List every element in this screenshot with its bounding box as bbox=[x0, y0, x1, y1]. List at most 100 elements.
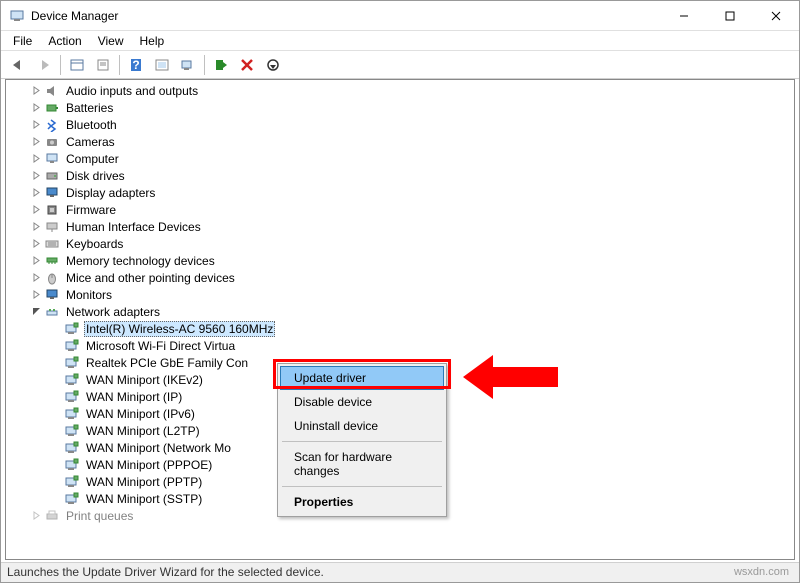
network-adapter-icon bbox=[64, 338, 80, 354]
status-text: Launches the Update Driver Wizard for th… bbox=[7, 565, 324, 579]
tree-category[interactable]: Audio inputs and outputs bbox=[6, 82, 794, 99]
category-label: Disk drives bbox=[64, 169, 127, 183]
ctx-update-driver[interactable]: Update driver bbox=[280, 366, 444, 390]
ctx-disable-device[interactable]: Disable device bbox=[280, 390, 444, 414]
help-button[interactable]: ? bbox=[124, 54, 148, 76]
tree-category[interactable]: Mice and other pointing devices bbox=[6, 269, 794, 286]
toolbar-sep bbox=[119, 55, 120, 75]
device-label: Microsoft Wi-Fi Direct Virtua bbox=[84, 339, 237, 353]
update-driver-button[interactable] bbox=[209, 54, 233, 76]
scan-hardware-button[interactable] bbox=[176, 54, 200, 76]
category-icon bbox=[44, 83, 60, 99]
expand-icon[interactable] bbox=[30, 289, 42, 301]
window-title: Device Manager bbox=[31, 9, 661, 23]
disable-button[interactable] bbox=[261, 54, 285, 76]
network-adapter-icon bbox=[64, 406, 80, 422]
toolbar-sep bbox=[204, 55, 205, 75]
tree-category[interactable]: Disk drives bbox=[6, 167, 794, 184]
tree-category[interactable]: Cameras bbox=[6, 133, 794, 150]
menu-file[interactable]: File bbox=[5, 32, 40, 50]
device-label: WAN Miniport (L2TP) bbox=[84, 424, 202, 438]
tree-category[interactable]: Bluetooth bbox=[6, 116, 794, 133]
category-icon bbox=[44, 219, 60, 235]
expand-icon[interactable] bbox=[30, 510, 42, 522]
expand-icon[interactable] bbox=[30, 170, 42, 182]
ctx-properties[interactable]: Properties bbox=[280, 490, 444, 514]
expand-icon[interactable] bbox=[30, 136, 42, 148]
expand-icon[interactable] bbox=[30, 272, 42, 284]
menu-help[interactable]: Help bbox=[132, 32, 173, 50]
tree-category[interactable]: Display adapters bbox=[6, 184, 794, 201]
category-icon bbox=[44, 100, 60, 116]
network-adapter-icon bbox=[64, 389, 80, 405]
expand-icon[interactable] bbox=[30, 85, 42, 97]
device-label: Intel(R) Wireless-AC 9560 160MHz bbox=[84, 321, 275, 337]
svg-text:?: ? bbox=[132, 58, 139, 72]
tree-device[interactable]: Intel(R) Wireless-AC 9560 160MHz bbox=[6, 320, 794, 337]
tree-category[interactable]: Firmware bbox=[6, 201, 794, 218]
category-label: Cameras bbox=[64, 135, 117, 149]
network-adapter-icon bbox=[64, 423, 80, 439]
network-adapter-icon bbox=[64, 440, 80, 456]
menu-view[interactable]: View bbox=[90, 32, 132, 50]
tree-category[interactable]: Memory technology devices bbox=[6, 252, 794, 269]
expand-icon[interactable] bbox=[30, 187, 42, 199]
minimize-button[interactable] bbox=[661, 1, 707, 31]
device-label: WAN Miniport (Network Mo bbox=[84, 441, 233, 455]
category-label: Mice and other pointing devices bbox=[64, 271, 237, 285]
properties-button[interactable] bbox=[91, 54, 115, 76]
collapse-icon[interactable] bbox=[30, 306, 42, 318]
title-bar: Device Manager bbox=[1, 1, 799, 31]
tree-category[interactable]: Computer bbox=[6, 150, 794, 167]
expand-icon[interactable] bbox=[30, 102, 42, 114]
tree-category[interactable]: Network adapters bbox=[6, 303, 794, 320]
maximize-button[interactable] bbox=[707, 1, 753, 31]
device-label: WAN Miniport (IPv6) bbox=[84, 407, 197, 421]
menu-bar: File Action View Help bbox=[1, 31, 799, 51]
tree-category[interactable]: Human Interface Devices bbox=[6, 218, 794, 235]
expand-icon[interactable] bbox=[30, 204, 42, 216]
category-icon bbox=[44, 134, 60, 150]
expand-icon[interactable] bbox=[30, 255, 42, 267]
expand-icon[interactable] bbox=[30, 153, 42, 165]
category-label: Firmware bbox=[64, 203, 118, 217]
close-button[interactable] bbox=[753, 1, 799, 31]
toolbar-sep bbox=[60, 55, 61, 75]
uninstall-button[interactable] bbox=[235, 54, 259, 76]
network-adapter-icon bbox=[64, 457, 80, 473]
tree-category[interactable]: Keyboards bbox=[6, 235, 794, 252]
forward-button[interactable] bbox=[32, 54, 56, 76]
ctx-sep bbox=[282, 441, 442, 442]
toolbar-icon[interactable] bbox=[150, 54, 174, 76]
tree-category[interactable]: Monitors bbox=[6, 286, 794, 303]
device-label: WAN Miniport (PPTP) bbox=[84, 475, 204, 489]
expand-icon[interactable] bbox=[30, 119, 42, 131]
category-label: Keyboards bbox=[64, 237, 125, 251]
device-label: Realtek PCIe GbE Family Con bbox=[84, 356, 250, 370]
category-label: Bluetooth bbox=[64, 118, 119, 132]
category-label: Network adapters bbox=[64, 305, 162, 319]
category-icon bbox=[44, 508, 60, 524]
ctx-scan-hardware[interactable]: Scan for hardware changes bbox=[280, 445, 444, 483]
app-icon bbox=[9, 8, 25, 24]
menu-action[interactable]: Action bbox=[40, 32, 89, 50]
tree-device[interactable]: Microsoft Wi-Fi Direct Virtua bbox=[6, 337, 794, 354]
category-label: Display adapters bbox=[64, 186, 157, 200]
device-label: WAN Miniport (SSTP) bbox=[84, 492, 204, 506]
category-label: Batteries bbox=[64, 101, 115, 115]
network-adapter-icon bbox=[64, 372, 80, 388]
tree-category[interactable]: Batteries bbox=[6, 99, 794, 116]
device-label: WAN Miniport (IKEv2) bbox=[84, 373, 205, 387]
expand-icon[interactable] bbox=[30, 238, 42, 250]
ctx-uninstall-device[interactable]: Uninstall device bbox=[280, 414, 444, 438]
category-icon bbox=[44, 151, 60, 167]
ctx-sep bbox=[282, 486, 442, 487]
category-icon bbox=[44, 185, 60, 201]
expand-icon[interactable] bbox=[30, 221, 42, 233]
network-adapter-icon bbox=[64, 355, 80, 371]
category-label: Monitors bbox=[64, 288, 114, 302]
category-icon bbox=[44, 236, 60, 252]
show-hidden-button[interactable] bbox=[65, 54, 89, 76]
back-button[interactable] bbox=[6, 54, 30, 76]
category-label: Print queues bbox=[64, 509, 135, 523]
